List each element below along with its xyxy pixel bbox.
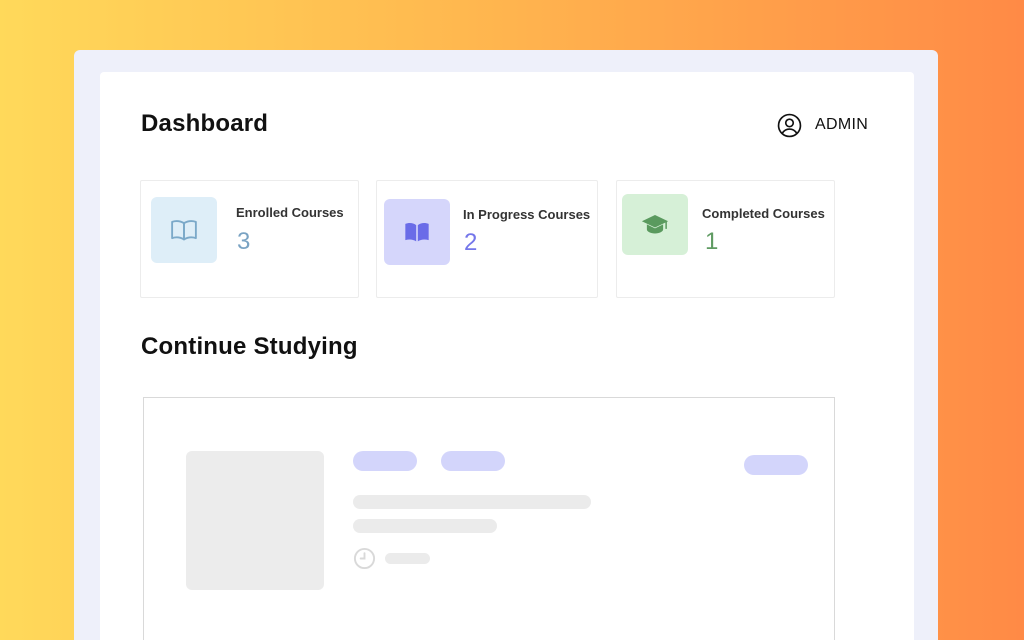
enrolled-icon-box — [151, 197, 217, 263]
title-line-placeholder — [353, 495, 591, 509]
tag-placeholder — [441, 451, 505, 471]
subtitle-line-placeholder — [353, 519, 497, 533]
stat-label-completed: Completed Courses — [702, 206, 825, 221]
user-name: ADMIN — [815, 116, 869, 133]
open-book-outline-icon — [171, 220, 197, 241]
completed-icon-box — [622, 194, 688, 255]
stat-value-in-progress: 2 — [464, 229, 478, 256]
page-title: Dashboard — [141, 110, 269, 137]
action-placeholder — [744, 455, 808, 475]
user-menu[interactable]: ADMIN — [777, 112, 868, 138]
stat-label-enrolled: Enrolled Courses — [236, 205, 344, 220]
user-avatar-icon — [777, 113, 802, 137]
duration-placeholder — [385, 553, 430, 564]
open-book-filled-icon — [405, 222, 429, 242]
tag-placeholder — [353, 451, 417, 471]
in-progress-icon-box — [384, 199, 450, 265]
stat-value-completed: 1 — [705, 228, 719, 255]
section-title-continue-studying: Continue Studying — [141, 333, 358, 360]
course-thumbnail-placeholder — [186, 451, 324, 590]
graduation-cap-icon — [641, 214, 669, 233]
stat-label-in-progress: In Progress Courses — [463, 207, 591, 222]
stat-value-enrolled: 3 — [237, 228, 251, 255]
clock-icon — [353, 547, 376, 570]
